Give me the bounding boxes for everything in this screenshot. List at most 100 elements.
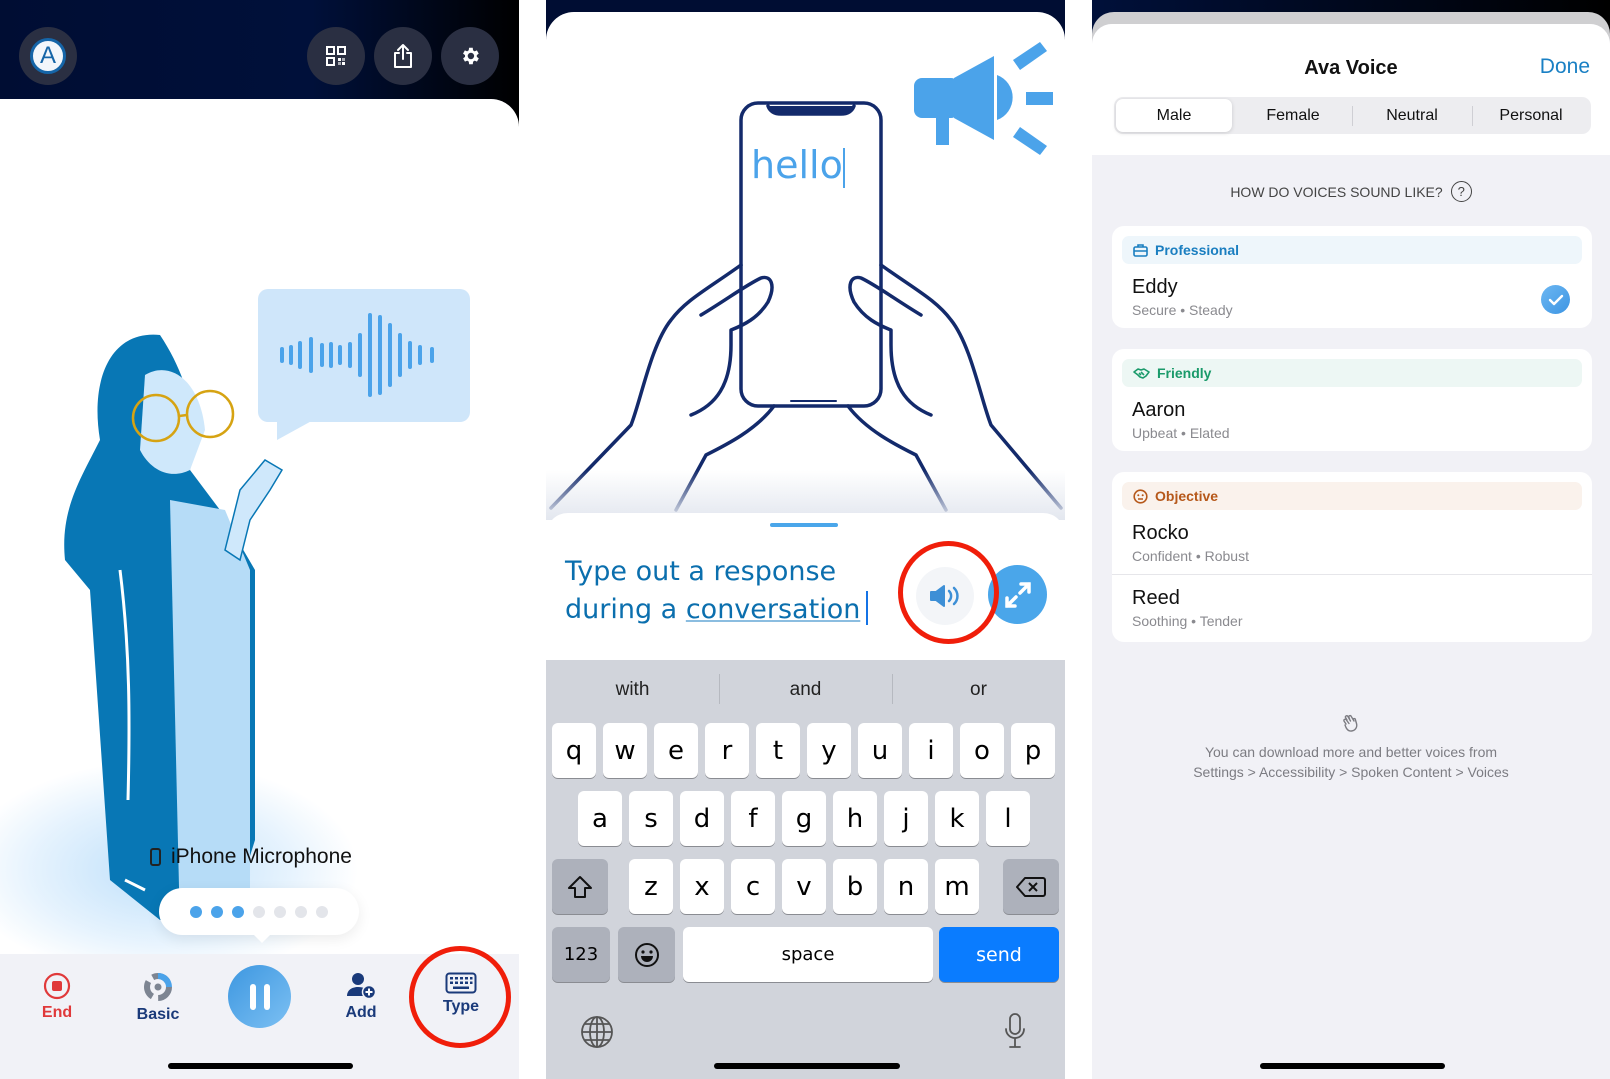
group-header: Objective xyxy=(1122,482,1582,510)
keyboard: with and or qwertyuiop asdfghjkl zxcvbnm 1… xyxy=(546,660,1065,1079)
key-m[interactable]: m xyxy=(935,859,979,914)
qr-code-button[interactable] xyxy=(307,27,365,85)
group-label: Objective xyxy=(1155,488,1219,504)
checkmark-icon xyxy=(1548,294,1563,305)
voice-help-link[interactable]: HOW DO VOICES SOUND LIKE? ? xyxy=(1092,181,1610,202)
voice-name: Eddy xyxy=(1132,276,1178,298)
shift-key[interactable] xyxy=(552,859,608,914)
key-u[interactable]: u xyxy=(858,723,902,778)
key-a[interactable]: a xyxy=(578,791,622,846)
expand-icon xyxy=(1004,581,1031,608)
key-y[interactable]: y xyxy=(807,723,851,778)
dictation-mic-icon[interactable] xyxy=(1003,1012,1027,1050)
type-to-speak-screen: hello Type out a response during a conve… xyxy=(546,0,1065,1079)
voice-row[interactable]: Eddy Secure • Steady xyxy=(1112,264,1592,328)
settings-button[interactable] xyxy=(441,27,499,85)
level-dot xyxy=(316,905,328,918)
key-k[interactable]: k xyxy=(935,791,979,846)
text-caret xyxy=(866,591,869,625)
key-p[interactable]: p xyxy=(1011,723,1055,778)
voice-row[interactable]: Rocko Confident • Robust xyxy=(1112,510,1592,574)
key-r[interactable]: r xyxy=(705,723,749,778)
add-person-button[interactable]: Add xyxy=(321,972,401,1022)
highlight-ring xyxy=(898,541,999,644)
suggestion-3[interactable]: or xyxy=(892,675,1065,705)
key-s[interactable]: s xyxy=(629,791,673,846)
voice-row[interactable]: Aaron Upbeat • Elated xyxy=(1112,387,1592,451)
segment-personal[interactable]: Personal xyxy=(1473,99,1589,132)
basic-mode-button[interactable]: Basic xyxy=(118,972,198,1024)
audio-source-text: iPhone Microphone xyxy=(171,845,352,868)
hint-line-2: Settings > Accessibility > Spoken Conten… xyxy=(1193,764,1509,780)
end-label: End xyxy=(41,1004,73,1021)
level-dot xyxy=(211,905,223,918)
home-indicator[interactable] xyxy=(1260,1063,1445,1069)
key-q[interactable]: q xyxy=(552,723,596,778)
voice-description: Secure • Steady xyxy=(1132,302,1233,318)
suggestion-2[interactable]: and xyxy=(719,675,892,705)
key-d[interactable]: d xyxy=(680,791,724,846)
hint-line-1: You can download more and better voices … xyxy=(1204,744,1498,760)
add-label: Add xyxy=(345,1004,377,1021)
key-h[interactable]: h xyxy=(833,791,877,846)
compose-line-2: during a xyxy=(565,594,686,625)
key-z[interactable]: z xyxy=(629,859,673,914)
key-n[interactable]: n xyxy=(884,859,928,914)
key-g[interactable]: g xyxy=(782,791,826,846)
suggestion-1[interactable]: with xyxy=(546,675,719,705)
group-label: Friendly xyxy=(1157,365,1212,381)
emoji-icon xyxy=(634,942,659,967)
waving-hand-icon xyxy=(1343,714,1358,732)
key-t[interactable]: t xyxy=(756,723,800,778)
mode-dial-icon xyxy=(144,973,172,1001)
key-x[interactable]: x xyxy=(680,859,724,914)
home-indicator[interactable] xyxy=(714,1063,900,1069)
key-w[interactable]: w xyxy=(603,723,647,778)
key-v[interactable]: v xyxy=(782,859,826,914)
handshake-icon xyxy=(1133,367,1150,379)
key-e[interactable]: e xyxy=(654,723,698,778)
key-b[interactable]: b xyxy=(833,859,877,914)
numbers-key[interactable]: 123 xyxy=(552,927,610,982)
voice-group-objective: Objective Rocko Confident • Robust Reed … xyxy=(1112,472,1592,642)
voice-row[interactable]: Reed Soothing • Tender xyxy=(1112,574,1592,642)
sheet-grabber[interactable] xyxy=(770,523,838,527)
voice-description: Upbeat • Elated xyxy=(1132,425,1230,441)
globe-icon[interactable] xyxy=(580,1015,614,1049)
segment-female[interactable]: Female xyxy=(1235,99,1351,132)
voice-name: Aaron xyxy=(1132,399,1186,421)
basic-label: Basic xyxy=(136,1006,180,1023)
home-indicator[interactable] xyxy=(168,1063,353,1069)
key-i[interactable]: i xyxy=(909,723,953,778)
done-button[interactable]: Done xyxy=(1540,55,1590,79)
voice-description: Soothing • Tender xyxy=(1132,613,1243,629)
profile-button[interactable]: A xyxy=(19,27,77,85)
pause-icon-bar xyxy=(249,983,256,1010)
pause-button[interactable] xyxy=(228,965,291,1028)
group-header: Friendly xyxy=(1122,359,1582,387)
segment-male[interactable]: Male xyxy=(1116,99,1232,132)
level-dot xyxy=(295,905,307,918)
key-j[interactable]: j xyxy=(884,791,928,846)
voice-group-professional: Professional Eddy Secure • Steady xyxy=(1112,226,1592,328)
share-button[interactable] xyxy=(374,27,432,85)
end-button[interactable]: End xyxy=(17,972,97,1022)
level-dot xyxy=(232,905,244,918)
compose-text-field[interactable]: Type out a response during a conversatio… xyxy=(565,553,885,629)
audio-source-label[interactable]: iPhone Microphone xyxy=(150,845,352,869)
key-l[interactable]: l xyxy=(986,791,1030,846)
stop-icon xyxy=(43,972,71,1000)
key-f[interactable]: f xyxy=(731,791,775,846)
backspace-icon xyxy=(1016,876,1046,897)
segment-neutral[interactable]: Neutral xyxy=(1354,99,1470,132)
key-c[interactable]: c xyxy=(731,859,775,914)
send-key[interactable]: send xyxy=(939,927,1059,982)
emoji-key[interactable] xyxy=(618,927,675,982)
key-o[interactable]: o xyxy=(960,723,1004,778)
space-key[interactable]: space xyxy=(683,927,933,982)
phone-screen-text: hello xyxy=(751,143,843,187)
avatar: A xyxy=(30,38,66,74)
question-icon: ? xyxy=(1450,181,1472,202)
add-user-icon xyxy=(347,973,377,1000)
backspace-key[interactable] xyxy=(1003,859,1059,914)
